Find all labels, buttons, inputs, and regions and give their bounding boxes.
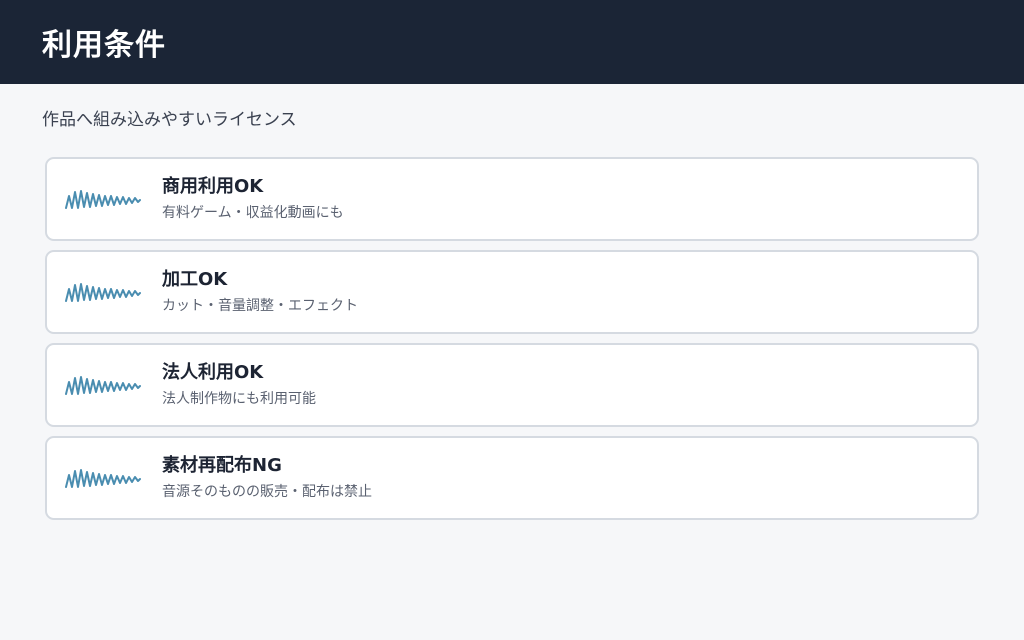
- license-card-redistribution: 素材再配布NG 音源そのものの販売・配布は禁止: [45, 436, 979, 520]
- license-card-editing: 加工OK カット・音量調整・エフェクト: [45, 250, 979, 334]
- license-card-title: 素材再配布NG: [162, 455, 282, 476]
- license-card-description: 法人制作物にも利用可能: [162, 391, 316, 407]
- page-title: 利用条件: [42, 28, 166, 63]
- waveform-icon: [65, 376, 141, 395]
- waveform-icon: [65, 190, 141, 209]
- waveform-icon: [65, 469, 141, 488]
- page-header: 利用条件: [0, 0, 1024, 84]
- license-card-description: カット・音量調整・エフェクト: [162, 298, 358, 314]
- waveform-icon: [65, 283, 141, 302]
- page-subtitle: 作品へ組み込みやすいライセンス: [42, 110, 297, 130]
- license-card-description: 有料ゲーム・収益化動画にも: [162, 205, 344, 221]
- license-card-title: 商用利用OK: [162, 176, 264, 197]
- license-card-title: 法人利用OK: [162, 362, 264, 383]
- license-card-commercial: 商用利用OK 有料ゲーム・収益化動画にも: [45, 157, 979, 241]
- license-card-description: 音源そのものの販売・配布は禁止: [162, 484, 372, 500]
- license-card-title: 加工OK: [162, 269, 228, 290]
- license-card-corporate: 法人利用OK 法人制作物にも利用可能: [45, 343, 979, 427]
- license-terms-list: 商用利用OK 有料ゲーム・収益化動画にも 加工OK カット・音量調整・エフェクト…: [45, 157, 979, 529]
